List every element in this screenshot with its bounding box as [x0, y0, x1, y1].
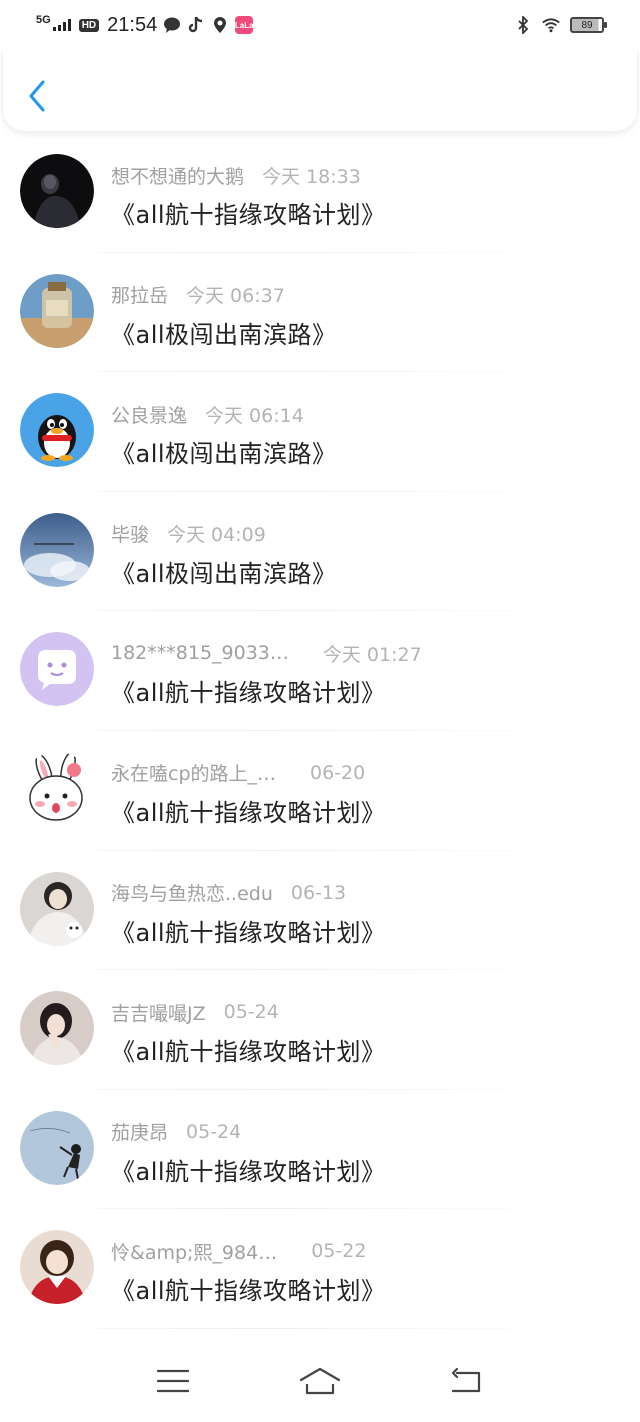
bluetooth-icon [514, 16, 532, 34]
timestamp: 05-24 [223, 1001, 279, 1024]
item-meta: 海鸟与鱼热恋..edu 06-13 [111, 879, 347, 906]
avatar[interactable] [20, 1230, 94, 1305]
back-button[interactable] [23, 78, 51, 114]
item-meta: 公良景逸 今天 06:14 [111, 401, 304, 428]
home-button[interactable] [290, 1361, 350, 1401]
avatar[interactable] [20, 154, 94, 228]
timestamp: 06-13 [290, 881, 347, 904]
avatar[interactable] [20, 512, 94, 587]
user-name[interactable]: 毕骏 [111, 520, 149, 547]
chevron-left-icon [29, 80, 45, 112]
list-item[interactable]: 那拉岳 今天 06:37 《all极闯出南滨路》 [0, 253, 640, 373]
user-name[interactable]: 公良景逸 [111, 401, 187, 428]
timestamp: 06-20 [310, 761, 366, 784]
item-title: 《all航十指缘攻略计划》 [111, 918, 386, 947]
list-item[interactable]: 吉吉嘬嘬JZ 05-24 《all航十指缘攻略计划》 [0, 970, 640, 1090]
signal-icon [52, 19, 71, 31]
user-name[interactable]: 海鸟与鱼热恋..edu [111, 879, 273, 906]
top-app-bar [2, 50, 638, 132]
item-meta: 毕骏 今天 04:09 [111, 522, 266, 546]
list-item[interactable]: 怜&amp;熙_984… 05-22 《all航十指缘攻略计划》 [0, 1209, 640, 1329]
timestamp: 今天 06:37 [186, 285, 285, 308]
back-icon [451, 1368, 480, 1393]
menu-button[interactable] [143, 1361, 203, 1401]
wifi-icon [542, 16, 560, 34]
user-name[interactable]: 永在嗑cp的路上_… [111, 759, 276, 786]
avatar[interactable] [20, 393, 94, 468]
user-name[interactable]: 吉吉嘬嘬JZ [111, 999, 206, 1026]
list-item[interactable]: 茄庚昂 05-24 《all航十指缘攻略计划》 [0, 1090, 640, 1210]
list-item[interactable]: 想不想通的大鹅 今天 18:33 《all航十指缘攻略计划》 [0, 133, 640, 253]
item-meta: 想不想通的大鹅 今天 18:33 [111, 162, 361, 189]
status-bar: 5G HD 21:54 LaLa 89 [0, 0, 640, 50]
user-name[interactable]: 想不想通的大鹅 [111, 162, 244, 189]
hd-badge: HD [78, 18, 100, 32]
avatar[interactable] [20, 751, 94, 826]
item-title: 《all航十指缘攻略计划》 [111, 798, 386, 827]
list-item[interactable]: 海鸟与鱼热恋..edu 06-13 《all航十指缘攻略计划》 [0, 851, 640, 971]
list-item[interactable]: 永在嗑cp的路上_… 06-20 《all航十指缘攻略计划》 [0, 731, 640, 851]
location-icon [211, 16, 229, 34]
item-title: 《all极闯出南滨路》 [111, 320, 337, 349]
item-meta: 那拉岳 今天 06:37 [111, 283, 285, 307]
timestamp: 05-24 [186, 1120, 242, 1143]
user-name[interactable]: 那拉岳 [111, 281, 168, 308]
timestamp: 05-22 [311, 1240, 367, 1263]
avatar[interactable] [20, 273, 94, 348]
item-title: 《all航十指缘攻略计划》 [111, 679, 386, 708]
clock: 21:54 [107, 13, 158, 36]
avatar[interactable] [20, 632, 94, 707]
lala-app-icon: LaLa [235, 16, 254, 34]
item-title: 《all航十指缘攻略计划》 [111, 1157, 386, 1186]
user-name[interactable]: 182***815_9033… [111, 642, 289, 664]
avatar[interactable] [20, 991, 94, 1066]
list-item[interactable]: 毕骏 今天 04:09 《all极闯出南滨路》 [0, 492, 640, 612]
list-item[interactable]: 公良景逸 今天 06:14 《all极闯出南滨路》 [0, 372, 640, 492]
battery-icon: 89 [570, 17, 607, 33]
divider [98, 1327, 528, 1329]
item-meta: 怜&amp;熙_984… 05-22 [111, 1238, 367, 1265]
timestamp: 今天 06:14 [205, 404, 304, 427]
item-title: 《all极闯出南滨路》 [111, 440, 337, 469]
item-title: 《all航十指缘攻略计划》 [111, 1277, 386, 1306]
home-icon [299, 1367, 341, 1395]
avatar[interactable] [20, 871, 94, 946]
item-title: 《all航十指缘攻略计划》 [111, 201, 386, 229]
list-item[interactable]: 182***815_9033… 今天 01:27 《all航十指缘攻略计划》 [0, 611, 640, 731]
user-name[interactable]: 怜&amp;熙_984… [111, 1238, 277, 1265]
item-meta: 吉吉嘬嘬JZ 05-24 [111, 999, 279, 1026]
system-navigation-bar [0, 1340, 640, 1422]
item-meta: 茄庚昂 05-24 [111, 1118, 242, 1145]
user-name[interactable]: 茄庚昂 [111, 1118, 168, 1145]
menu-icon [157, 1369, 190, 1393]
item-meta: 182***815_9033… 今天 01:27 [111, 641, 422, 666]
avatar[interactable] [20, 1110, 94, 1185]
message-bubble-icon [163, 16, 181, 34]
timestamp: 今天 18:33 [262, 165, 361, 188]
item-title: 《all航十指缘攻略计划》 [111, 1038, 386, 1067]
comment-list: 想不想通的大鹅 今天 18:33 《all航十指缘攻略计划》 那拉岳 今天 06… [0, 133, 640, 1329]
tiktok-icon [187, 16, 205, 34]
item-title: 《all极闯出南滨路》 [111, 559, 337, 588]
timestamp: 今天 01:27 [322, 643, 422, 666]
network-type: 5G [36, 14, 51, 26]
back-nav-button[interactable] [437, 1361, 497, 1401]
timestamp: 今天 04:09 [167, 524, 266, 547]
item-meta: 永在嗑cp的路上_… 06-20 [111, 759, 366, 786]
